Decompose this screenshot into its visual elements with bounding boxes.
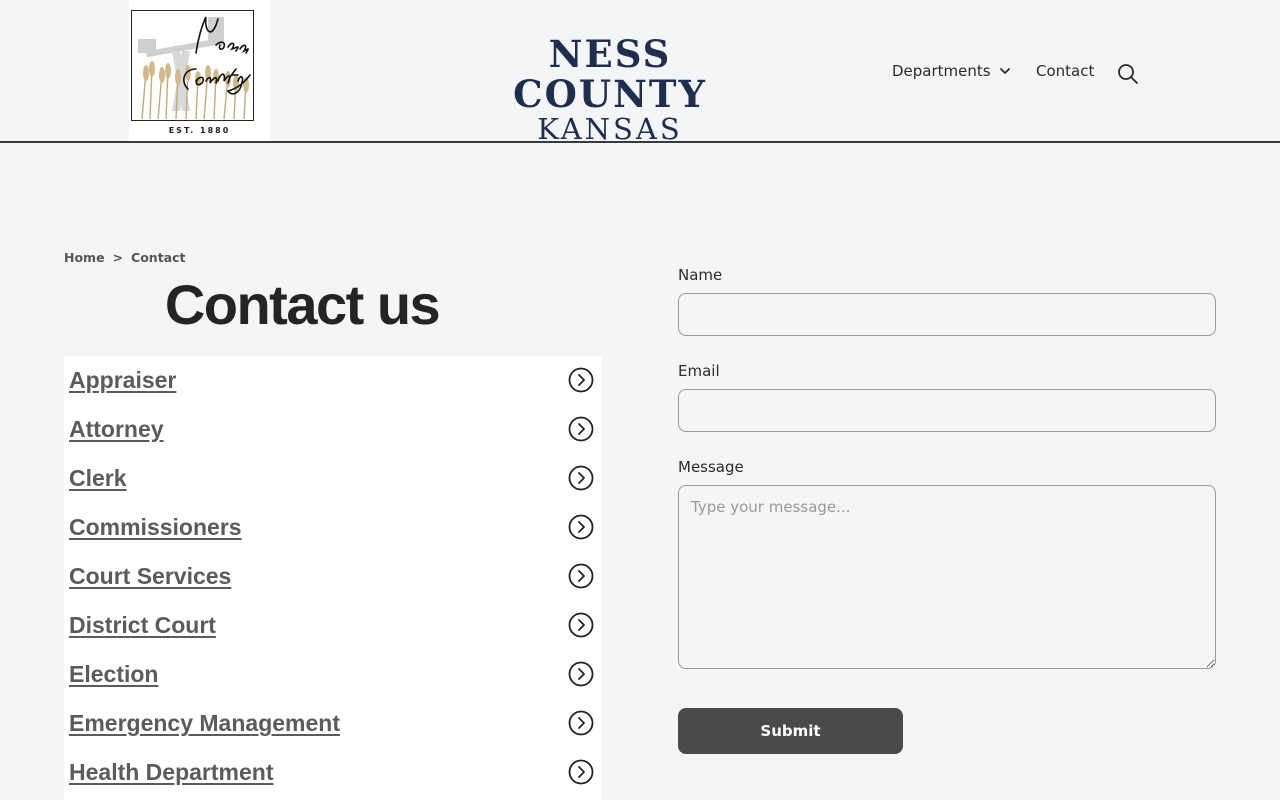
site-title-state: KANSAS [537, 112, 683, 146]
nav-contact[interactable]: Contact [1036, 62, 1094, 80]
department-item[interactable]: Commissioners [64, 503, 602, 552]
ness-county-logo[interactable]: EST. 1880 [129, 0, 270, 141]
department-item[interactable]: Emergency Management [64, 699, 602, 748]
department-link[interactable]: District Court [69, 612, 216, 639]
site-title-county: NESS COUNTY [513, 32, 707, 116]
name-input[interactable] [678, 293, 1216, 336]
department-list: Appraiser Attorney Clerk Commissioners Court… [64, 356, 602, 800]
department-link[interactable]: Attorney [69, 416, 164, 443]
circle-chevron-right-icon[interactable] [568, 661, 594, 687]
department-item[interactable]: Clerk [64, 454, 602, 503]
logo-artwork [138, 16, 251, 120]
page-title: Contact us [164, 273, 441, 336]
department-item[interactable]: Health Department [64, 748, 602, 797]
message-label: Message [678, 458, 744, 476]
circle-chevron-right-icon[interactable] [568, 612, 594, 638]
circle-chevron-right-icon[interactable] [568, 710, 594, 736]
circle-chevron-right-icon[interactable] [568, 416, 594, 442]
breadcrumb-current: Contact [131, 250, 186, 265]
circle-chevron-right-icon[interactable] [568, 514, 594, 540]
logo-frame [131, 10, 254, 121]
circle-chevron-right-icon[interactable] [568, 465, 594, 491]
department-item[interactable]: Attorney [64, 405, 602, 454]
breadcrumb-home[interactable]: Home [64, 250, 105, 265]
department-link[interactable]: Commissioners [69, 514, 242, 541]
department-item[interactable]: Election [64, 650, 602, 699]
site-title[interactable]: NESS COUNTY KANSAS [460, 34, 760, 144]
nav-departments-label: Departments [892, 62, 991, 80]
breadcrumb-separator: > [112, 250, 124, 265]
circle-chevron-right-icon[interactable] [568, 563, 594, 589]
search-icon [1118, 64, 1138, 84]
chevron-down-icon [999, 68, 1010, 74]
site-header: EST. 1880 NESS COUNTY KANSAS Departments… [0, 0, 1280, 144]
email-label: Email [678, 362, 720, 380]
circle-chevron-right-icon[interactable] [568, 759, 594, 785]
department-link[interactable]: Election [69, 661, 158, 688]
department-link[interactable]: Appraiser [69, 367, 176, 394]
department-item[interactable]: District Court [64, 601, 602, 650]
submit-button[interactable]: Submit [678, 708, 903, 754]
email-input[interactable] [678, 389, 1216, 432]
department-link[interactable]: Emergency Management [69, 710, 340, 737]
breadcrumb: Home > Contact [64, 250, 186, 265]
logo-est-label: EST. 1880 [168, 126, 231, 135]
department-link[interactable]: Clerk [69, 465, 127, 492]
name-label: Name [678, 266, 723, 284]
department-item[interactable]: Appraiser [64, 356, 602, 405]
message-textarea[interactable] [678, 485, 1216, 669]
department-item[interactable]: Court Services [64, 552, 602, 601]
circle-chevron-right-icon[interactable] [568, 367, 594, 393]
search-button[interactable] [1116, 62, 1140, 86]
department-link[interactable]: Health Department [69, 759, 273, 786]
department-link[interactable]: Court Services [69, 563, 231, 590]
nav-departments[interactable]: Departments [892, 62, 1011, 80]
